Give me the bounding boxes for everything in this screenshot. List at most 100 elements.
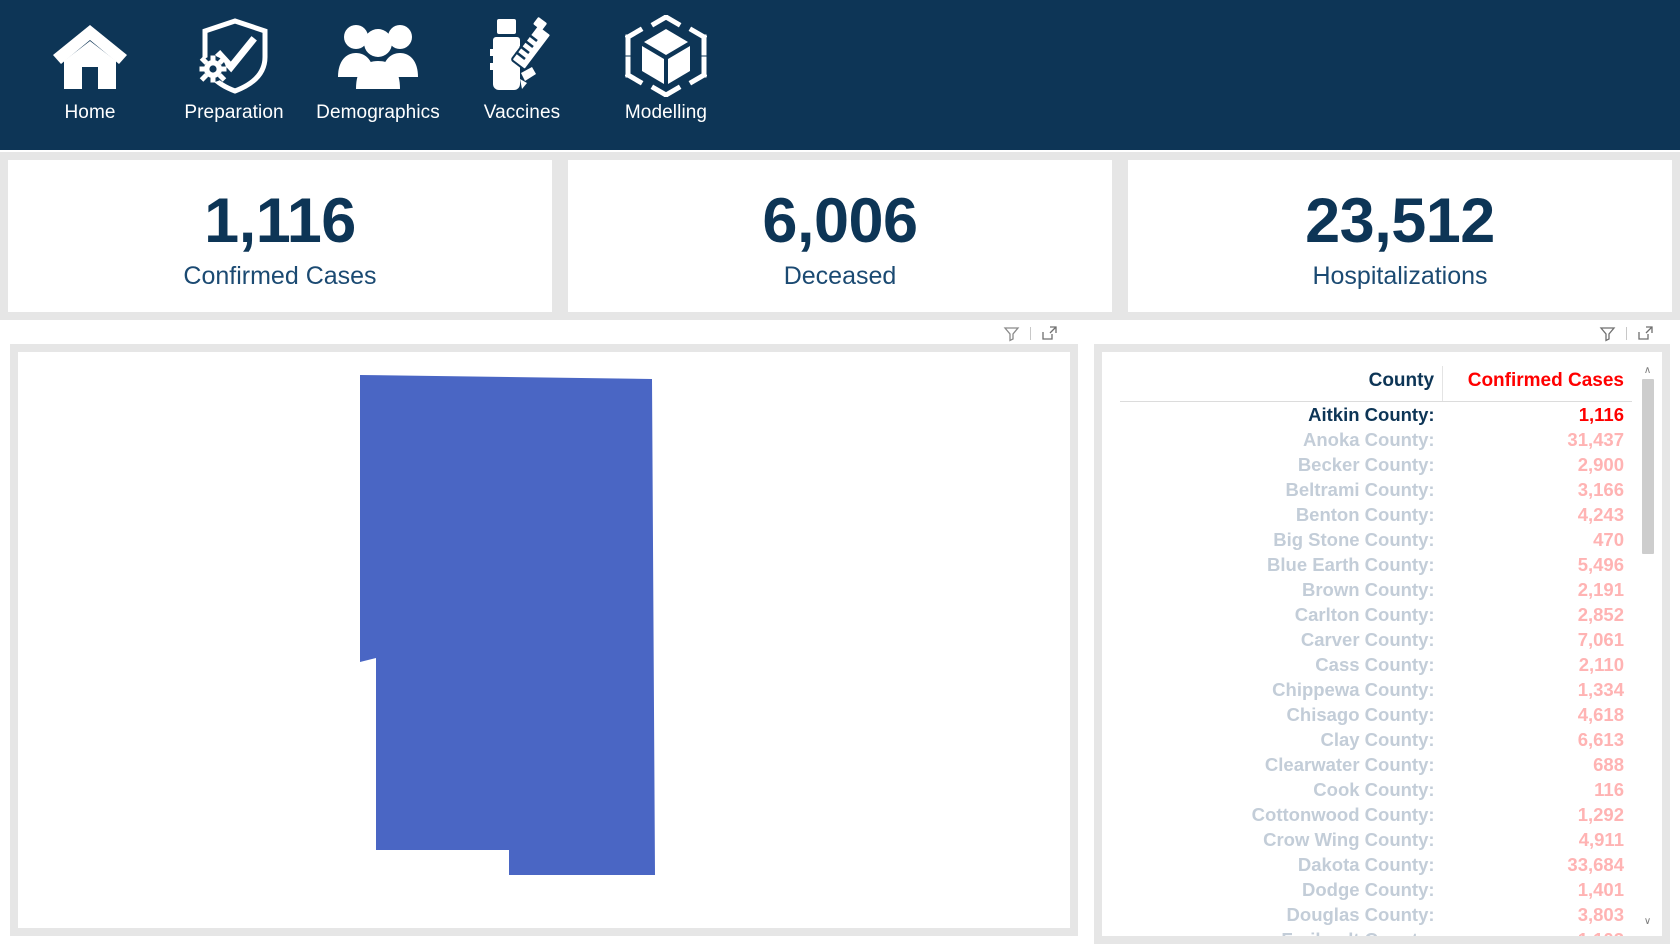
cell-county-name: Faribault County: [1120,927,1443,937]
nav-item-home[interactable]: Home [18,6,162,138]
table-row[interactable]: Crow Wing County: 4,911 [1120,827,1632,852]
nav-label-vaccines: Vaccines [483,102,561,123]
cell-county-name: Douglas County: [1286,903,1435,925]
table-row[interactable]: Faribault County:1,103 [1120,927,1632,937]
shield-check-gear-icon [162,12,306,100]
cell-county-name: Brown County: [1301,578,1435,600]
table-row[interactable]: Cook County: 116 [1120,777,1632,802]
table-row[interactable]: Carlton County: 2,852 [1120,602,1632,627]
cell-county-name: Carver County: [1300,628,1435,650]
kpi-card-hospitalizations[interactable]: 23,512 Hospitalizations [1120,152,1680,320]
cell-confirmed-cases: 31,437 [1567,428,1624,450]
cell-confirmed-cases: 116 [1594,778,1624,800]
table-header-row: County Confirmed Cases [1120,366,1632,402]
nav-label-demographics: Demographics [316,102,440,123]
cell-confirmed-cases: 3,166 [1577,478,1624,500]
table-panel: County Confirmed Cases Aitkin County: 1,1… [1094,344,1670,944]
nav-item-preparation[interactable]: Preparation [162,6,306,138]
cell-county-name: Cottonwood County: [1251,803,1435,825]
table-vertical-scrollbar[interactable]: ∧ ∨ [1639,362,1656,930]
table-row[interactable]: Benton County: 4,243 [1120,502,1632,527]
table-row[interactable]: Aitkin County: 1,116 [1120,402,1632,428]
cell-confirmed-cases: 1,116 [1578,403,1624,425]
county-table: County Confirmed Cases Aitkin County: 1,1… [1120,366,1632,936]
table-row[interactable]: Becker County: 2,900 [1120,452,1632,477]
kpi-row: 1,116 Confirmed Cases 6,006 Deceased 23,… [0,152,1680,320]
scroll-down-arrow-icon[interactable]: ∨ [1639,913,1656,930]
selected-county-polygon[interactable] [360,375,655,875]
cell-confirmed-cases: 3,803 [1577,903,1624,925]
cell-confirmed-cases: 2,191 [1577,578,1624,600]
cube-model-icon [594,12,738,100]
cell-county-name: Dodge County: [1301,878,1435,900]
cell-county-name: Big Stone County: [1273,528,1435,550]
nav-item-modelling[interactable]: Modelling [594,6,738,138]
cell-county-name: Benton County: [1295,503,1435,525]
nav-label-home: Home [64,102,116,123]
county-shape-svg[interactable] [334,370,754,910]
cell-county-name: Becker County: [1297,453,1435,475]
kpi-label-hospitalizations: Hospitalizations [1312,261,1488,290]
map-panel [10,344,1078,936]
nav-label-modelling: Modelling [624,102,708,123]
people-group-icon [306,12,450,100]
table-row[interactable]: Douglas County: 3,803 [1120,902,1632,927]
county-table-area: County Confirmed Cases Aitkin County: 1,1… [1120,366,1632,936]
cell-confirmed-cases: 4,243 [1577,503,1624,525]
cell-confirmed-cases: 7,061 [1577,628,1624,650]
cell-county-name: Clay County: [1320,728,1435,750]
cell-county-name: Carlton County: [1294,603,1435,625]
table-row[interactable]: Dodge County: 1,401 [1120,877,1632,902]
cell-confirmed-cases: 688 [1593,753,1624,775]
scroll-up-arrow-icon[interactable]: ∧ [1639,362,1656,379]
cell-confirmed-cases: 1,103 [1443,927,1632,937]
kpi-value-hospitalizations: 23,512 [1305,186,1495,257]
cell-confirmed-cases: 5,496 [1577,553,1624,575]
nav-item-vaccines[interactable]: Vaccines [450,6,594,138]
county-map[interactable] [18,352,1070,928]
cell-county-name: Chisago County: [1286,703,1435,725]
cell-county-name: Clearwater County: [1264,753,1435,775]
cell-confirmed-cases: 2,110 [1578,653,1624,675]
cell-county-name: Anoka County: [1302,428,1435,450]
table-row[interactable]: Brown County: 2,191 [1120,577,1632,602]
table-row[interactable]: Cass County: 2,110 [1120,652,1632,677]
column-header-county[interactable]: County [1120,366,1443,402]
cell-county-name: Beltrami County: [1285,478,1435,500]
kpi-label-confirmed-cases: Confirmed Cases [183,261,377,290]
cell-county-name: Blue Earth County: [1267,553,1435,575]
cell-county-name: Chippewa County: [1272,678,1435,700]
table-row[interactable]: Chippewa County: 1,334 [1120,677,1632,702]
table-row[interactable]: Carver County: 7,061 [1120,627,1632,652]
cell-county-name: Crow Wing County: [1263,828,1435,850]
county-table-body: Aitkin County: 1,116 Anoka County: 31,437 Be… [1120,402,1632,937]
table-row[interactable]: Chisago County: 4,618 [1120,702,1632,727]
column-header-confirmed-cases[interactable]: Confirmed Cases [1442,366,1632,402]
table-row[interactable]: Big Stone County: 470 [1120,527,1632,552]
panels-row: County Confirmed Cases Aitkin County: 1,1… [0,320,1680,945]
cell-confirmed-cases: 6,613 [1577,728,1624,750]
cell-county-name: Cook County: [1313,778,1435,800]
kpi-value-deceased: 6,006 [762,186,918,257]
nav-label-preparation: Preparation [184,102,284,123]
table-row[interactable]: Blue Earth County: 5,496 [1120,552,1632,577]
cell-confirmed-cases: 470 [1593,528,1624,550]
cell-confirmed-cases: 4,618 [1577,703,1624,725]
cell-confirmed-cases: 2,900 [1577,453,1624,475]
kpi-card-confirmed-cases[interactable]: 1,116 Confirmed Cases [0,152,560,320]
table-row[interactable]: Cottonwood County: 1,292 [1120,802,1632,827]
kpi-label-deceased: Deceased [783,261,897,290]
table-row[interactable]: Anoka County: 31,437 [1120,427,1632,452]
table-row[interactable]: Beltrami County: 3,166 [1120,477,1632,502]
table-row[interactable]: Dakota County: 33,684 [1120,852,1632,877]
kpi-card-deceased[interactable]: 6,006 Deceased [560,152,1120,320]
cell-county-name: Dakota County: [1297,853,1435,875]
nav-item-demographics[interactable]: Demographics [306,6,450,138]
table-row[interactable]: Clay County: 6,613 [1120,727,1632,752]
scrollbar-thumb[interactable] [1641,379,1654,554]
table-row[interactable]: Clearwater County: 688 [1120,752,1632,777]
scrollbar-track[interactable] [1641,379,1654,913]
cell-confirmed-cases: 4,911 [1578,828,1624,850]
vaccine-syringe-icon [450,12,594,100]
cell-county-name: Cass County: [1315,653,1435,675]
